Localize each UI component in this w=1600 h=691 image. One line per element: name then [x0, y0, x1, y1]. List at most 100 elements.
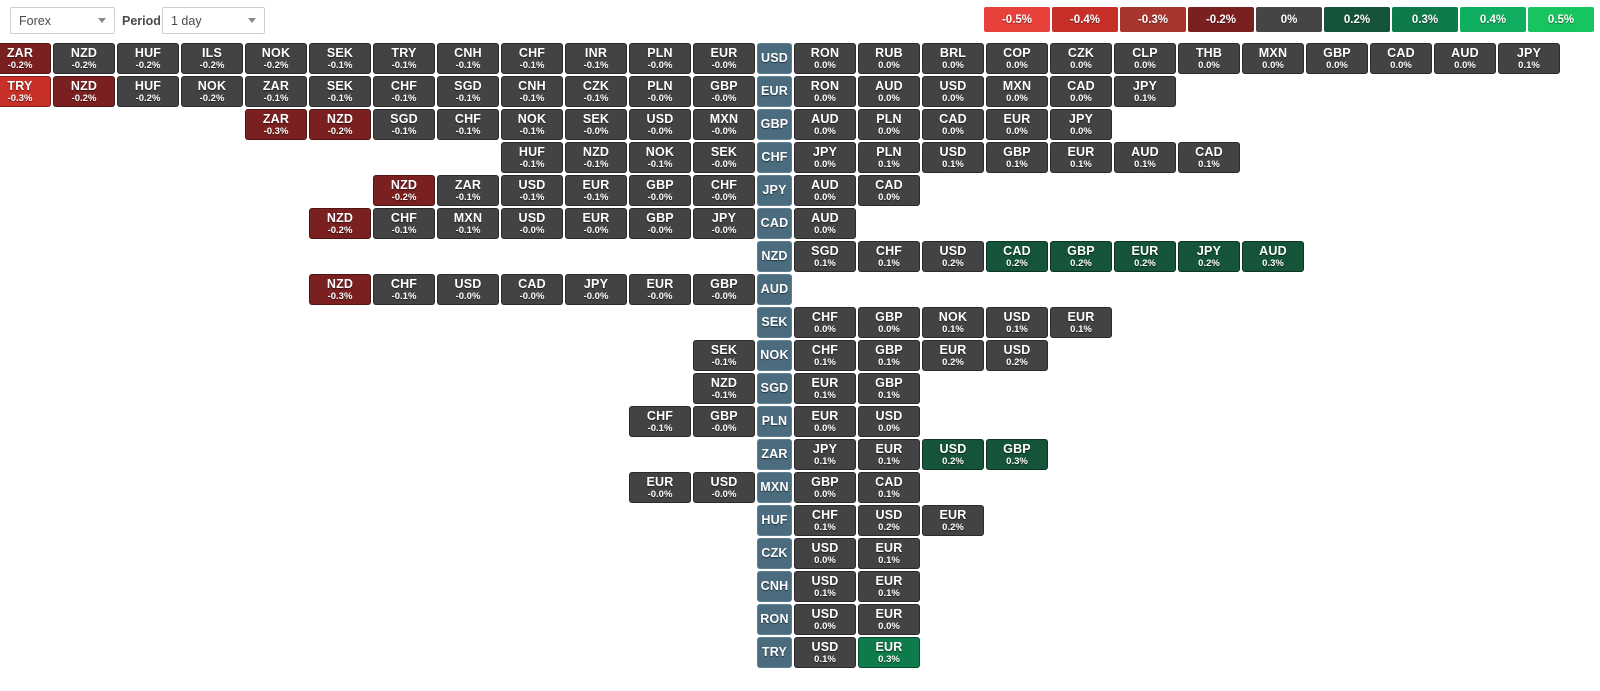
heatmap-cell-huf-eur[interactable]: EUR 0.2% [922, 505, 984, 536]
heatmap-cell-aud-gbp[interactable]: GBP -0.0% [693, 274, 755, 305]
heatmap-cell-eur-nzd[interactable]: NZD -0.2% [53, 76, 115, 107]
heatmap-cell-usd-czk[interactable]: CZK 0.0% [1050, 43, 1112, 74]
heatmap-cell-usd-jpy[interactable]: JPY 0.1% [1498, 43, 1560, 74]
heatmap-base-cnh[interactable]: CNH [757, 571, 792, 602]
heatmap-cell-usd-clp[interactable]: CLP 0.0% [1114, 43, 1176, 74]
heatmap-cell-chf-nok[interactable]: NOK -0.1% [629, 142, 691, 173]
heatmap-cell-usd-chf[interactable]: CHF -0.1% [501, 43, 563, 74]
heatmap-cell-gbp-jpy[interactable]: JPY 0.0% [1050, 109, 1112, 140]
heatmap-cell-gbp-nok[interactable]: NOK -0.1% [501, 109, 563, 140]
heatmap-cell-zar-jpy[interactable]: JPY 0.1% [794, 439, 856, 470]
heatmap-cell-aud-cad[interactable]: CAD -0.0% [501, 274, 563, 305]
heatmap-cell-pln-gbp[interactable]: GBP -0.0% [693, 406, 755, 437]
heatmap-cell-usd-aud[interactable]: AUD 0.0% [1434, 43, 1496, 74]
heatmap-base-huf[interactable]: HUF [757, 505, 792, 536]
heatmap-cell-chf-gbp[interactable]: GBP 0.1% [986, 142, 1048, 173]
heatmap-cell-nzd-cad[interactable]: CAD 0.2% [986, 241, 1048, 272]
heatmap-cell-usd-cad[interactable]: CAD 0.0% [1370, 43, 1432, 74]
heatmap-base-ron[interactable]: RON [757, 604, 792, 635]
heatmap-cell-nok-chf[interactable]: CHF 0.1% [794, 340, 856, 371]
heatmap-cell-nok-eur[interactable]: EUR 0.2% [922, 340, 984, 371]
heatmap-cell-usd-eur[interactable]: EUR -0.0% [693, 43, 755, 74]
heatmap-cell-chf-usd[interactable]: USD 0.1% [922, 142, 984, 173]
heatmap-cell-cad-jpy[interactable]: JPY -0.0% [693, 208, 755, 239]
heatmap-cell-eur-cad[interactable]: CAD 0.0% [1050, 76, 1112, 107]
legend-swatch-2[interactable]: -0.3% [1120, 7, 1186, 32]
heatmap-cell-gbp-sek[interactable]: SEK -0.0% [565, 109, 627, 140]
heatmap-cell-cad-nzd[interactable]: NZD -0.2% [309, 208, 371, 239]
heatmap-cell-zar-gbp[interactable]: GBP 0.3% [986, 439, 1048, 470]
heatmap-cell-zar-usd[interactable]: USD 0.2% [922, 439, 984, 470]
heatmap-cell-chf-eur[interactable]: EUR 0.1% [1050, 142, 1112, 173]
heatmap-cell-try-usd[interactable]: USD 0.1% [794, 637, 856, 668]
heatmap-cell-gbp-sgd[interactable]: SGD -0.1% [373, 109, 435, 140]
heatmap-cell-nok-sek[interactable]: SEK -0.1% [693, 340, 755, 371]
heatmap-cell-usd-cnh[interactable]: CNH -0.1% [437, 43, 499, 74]
heatmap-cell-eur-mxn[interactable]: MXN 0.0% [986, 76, 1048, 107]
heatmap-cell-nzd-aud[interactable]: AUD 0.3% [1242, 241, 1304, 272]
heatmap-cell-chf-sek[interactable]: SEK -0.0% [693, 142, 755, 173]
heatmap-cell-eur-ron[interactable]: RON 0.0% [794, 76, 856, 107]
heatmap-cell-nzd-sgd[interactable]: SGD 0.1% [794, 241, 856, 272]
heatmap-cell-sek-eur[interactable]: EUR 0.1% [1050, 307, 1112, 338]
heatmap-cell-usd-inr[interactable]: INR -0.1% [565, 43, 627, 74]
heatmap-cell-nok-usd[interactable]: USD 0.2% [986, 340, 1048, 371]
heatmap-base-sgd[interactable]: SGD [757, 373, 792, 404]
heatmap-base-jpy[interactable]: JPY [757, 175, 792, 206]
heatmap-cell-usd-brl[interactable]: BRL 0.0% [922, 43, 984, 74]
heatmap-base-mxn[interactable]: MXN [757, 472, 792, 503]
heatmap-cell-aud-eur[interactable]: EUR -0.0% [629, 274, 691, 305]
heatmap-cell-cnh-eur[interactable]: EUR 0.1% [858, 571, 920, 602]
heatmap-cell-eur-huf[interactable]: HUF -0.2% [117, 76, 179, 107]
heatmap-cell-nzd-gbp[interactable]: GBP 0.2% [1050, 241, 1112, 272]
heatmap-cell-cad-eur[interactable]: EUR -0.0% [565, 208, 627, 239]
heatmap-base-pln[interactable]: PLN [757, 406, 792, 437]
heatmap-cell-eur-sgd[interactable]: SGD -0.1% [437, 76, 499, 107]
heatmap-cell-jpy-chf[interactable]: CHF -0.0% [693, 175, 755, 206]
heatmap-cell-jpy-zar[interactable]: ZAR -0.1% [437, 175, 499, 206]
heatmap-cell-usd-try[interactable]: TRY -0.1% [373, 43, 435, 74]
heatmap-cell-usd-ils[interactable]: ILS -0.2% [181, 43, 243, 74]
heatmap-cell-aud-jpy[interactable]: JPY -0.0% [565, 274, 627, 305]
heatmap-cell-gbp-chf[interactable]: CHF -0.1% [437, 109, 499, 140]
heatmap-cell-usd-huf[interactable]: HUF -0.2% [117, 43, 179, 74]
heatmap-cell-gbp-pln[interactable]: PLN 0.0% [858, 109, 920, 140]
heatmap-cell-sgd-eur[interactable]: EUR 0.1% [794, 373, 856, 404]
heatmap-cell-czk-eur[interactable]: EUR 0.1% [858, 538, 920, 569]
heatmap-cell-eur-usd[interactable]: USD 0.0% [922, 76, 984, 107]
heatmap-cell-mxn-eur[interactable]: EUR -0.0% [629, 472, 691, 503]
heatmap-cell-nzd-jpy[interactable]: JPY 0.2% [1178, 241, 1240, 272]
heatmap-cell-chf-aud[interactable]: AUD 0.1% [1114, 142, 1176, 173]
heatmap-cell-cad-chf[interactable]: CHF -0.1% [373, 208, 435, 239]
heatmap-cell-eur-jpy[interactable]: JPY 0.1% [1114, 76, 1176, 107]
heatmap-cell-usd-thb[interactable]: THB 0.0% [1178, 43, 1240, 74]
heatmap-base-nok[interactable]: NOK [757, 340, 792, 371]
heatmap-cell-mxn-gbp[interactable]: GBP 0.0% [794, 472, 856, 503]
heatmap-cell-chf-nzd[interactable]: NZD -0.1% [565, 142, 627, 173]
heatmap-cell-sgd-gbp[interactable]: GBP 0.1% [858, 373, 920, 404]
heatmap-cell-jpy-nzd[interactable]: NZD -0.2% [373, 175, 435, 206]
heatmap-cell-sek-gbp[interactable]: GBP 0.0% [858, 307, 920, 338]
heatmap-cell-eur-pln[interactable]: PLN -0.0% [629, 76, 691, 107]
period-select[interactable]: 1 day [162, 7, 265, 34]
heatmap-cell-eur-zar[interactable]: ZAR -0.1% [245, 76, 307, 107]
legend-swatch-7[interactable]: 0.4% [1460, 7, 1526, 32]
heatmap-cell-chf-huf[interactable]: HUF -0.1% [501, 142, 563, 173]
heatmap-cell-cnh-usd[interactable]: USD 0.1% [794, 571, 856, 602]
heatmap-cell-pln-eur[interactable]: EUR 0.0% [794, 406, 856, 437]
heatmap-base-gbp[interactable]: GBP [757, 109, 792, 140]
market-select[interactable]: Forex [10, 7, 115, 34]
heatmap-base-eur[interactable]: EUR [757, 76, 792, 107]
heatmap-cell-pln-chf[interactable]: CHF -0.1% [629, 406, 691, 437]
heatmap-base-aud[interactable]: AUD [757, 274, 792, 305]
heatmap-cell-chf-cad[interactable]: CAD 0.1% [1178, 142, 1240, 173]
legend-swatch-3[interactable]: -0.2% [1188, 7, 1254, 32]
heatmap-cell-usd-rub[interactable]: RUB 0.0% [858, 43, 920, 74]
heatmap-cell-eur-nok[interactable]: NOK -0.2% [181, 76, 243, 107]
heatmap-cell-aud-nzd[interactable]: NZD -0.3% [309, 274, 371, 305]
heatmap-cell-nzd-eur[interactable]: EUR 0.2% [1114, 241, 1176, 272]
heatmap-cell-gbp-cad[interactable]: CAD 0.0% [922, 109, 984, 140]
heatmap-cell-jpy-gbp[interactable]: GBP -0.0% [629, 175, 691, 206]
heatmap-cell-sek-chf[interactable]: CHF 0.0% [794, 307, 856, 338]
heatmap-cell-chf-jpy[interactable]: JPY 0.0% [794, 142, 856, 173]
